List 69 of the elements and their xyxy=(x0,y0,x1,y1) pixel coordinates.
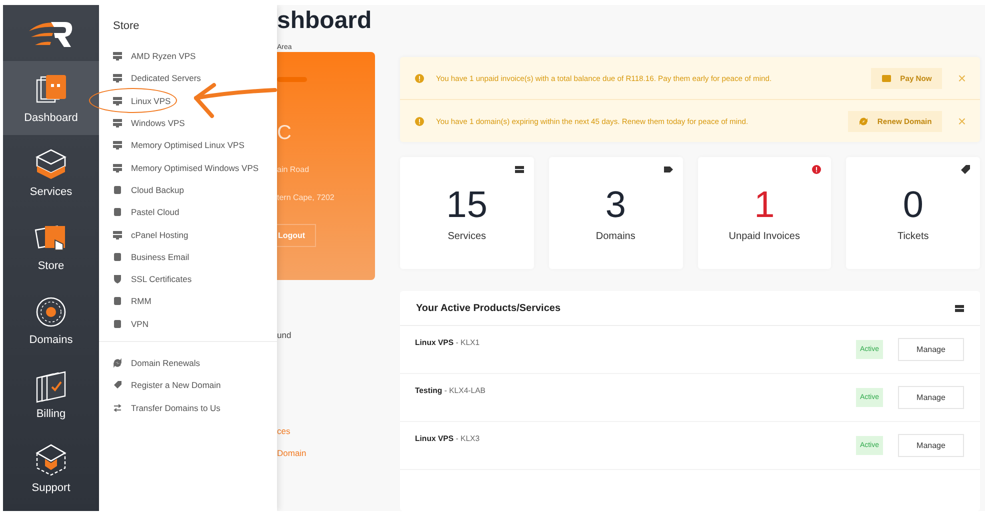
profile-text: C xyxy=(277,122,292,146)
stat-label: Unpaid Invoices xyxy=(728,231,800,242)
server-icon xyxy=(113,140,122,150)
profile-text: ain Road xyxy=(277,165,310,174)
menu-item[interactable]: RMM xyxy=(99,290,277,313)
server-icon xyxy=(955,304,964,312)
panel-title: Your Active Products/Services xyxy=(416,302,561,314)
manage-button[interactable]: Manage xyxy=(898,338,964,361)
menu-item[interactable]: AMD Ryzen VPS xyxy=(99,45,277,68)
menu-title: Store xyxy=(112,19,140,34)
stat-card[interactable]: 15 Services xyxy=(400,157,534,269)
stat-card[interactable]: 3 Domains xyxy=(548,157,682,269)
menu-item[interactable]: Linux VPS xyxy=(99,90,277,112)
stat-value: 1 xyxy=(754,185,775,225)
tag-icon xyxy=(961,165,970,174)
shield-icon xyxy=(113,274,122,284)
stat-label: Tickets xyxy=(897,231,929,242)
menu-item[interactable]: Dedicated Servers xyxy=(99,67,277,90)
sidebar-item[interactable]: Dashboard xyxy=(3,61,99,135)
server-icon xyxy=(514,165,524,174)
menu-item[interactable]: Transfer Domains to Us xyxy=(99,396,277,419)
box-icon xyxy=(113,207,122,218)
server-icon xyxy=(113,162,122,173)
stat-card[interactable]: 1 Unpaid Invoices xyxy=(698,157,832,269)
sync-icon xyxy=(858,116,870,126)
menu-item[interactable]: Pastel Cloud xyxy=(99,201,277,224)
profile-text: tern Cape, 7202 xyxy=(277,193,336,202)
sidebar-item[interactable]: Store xyxy=(3,209,99,283)
exclamation-icon xyxy=(415,116,424,126)
sidebar-item[interactable]: Billing xyxy=(3,357,99,431)
server-icon xyxy=(113,230,122,240)
stat-label: Services xyxy=(448,231,486,242)
menu-item[interactable]: VPN xyxy=(99,312,277,335)
sidebar-item[interactable]: Support xyxy=(3,431,99,505)
stat-value: 3 xyxy=(605,185,626,225)
label-icon xyxy=(664,165,672,174)
server-icon xyxy=(113,118,122,128)
stat-value: 15 xyxy=(446,185,488,225)
box-icon xyxy=(113,184,122,195)
card-bar xyxy=(277,77,307,82)
box-icon xyxy=(113,252,122,262)
sidebar-item[interactable]: Services xyxy=(3,135,99,209)
transfer-icon xyxy=(113,402,122,413)
sidebar-item[interactable]: Domains xyxy=(3,283,99,357)
menu-item[interactable]: Domain Renewals xyxy=(99,352,277,374)
menu-item[interactable]: Memory Optimised Linux VPS xyxy=(99,134,277,156)
menu-item[interactable]: cPanel Hosting xyxy=(99,223,277,246)
box-icon xyxy=(113,296,122,306)
menu-item[interactable]: SSL Certificates xyxy=(99,268,277,290)
manage-button[interactable]: Manage xyxy=(898,386,964,409)
menu-item[interactable]: Memory Optimised Windows VPS xyxy=(99,156,277,179)
stat-value: 0 xyxy=(902,185,924,225)
stat-label: Domains xyxy=(596,231,636,242)
panel-text: und xyxy=(277,330,292,342)
server-icon xyxy=(113,51,122,62)
exclamation-icon xyxy=(812,165,822,174)
menu-item[interactable]: Register a New Domain xyxy=(99,374,277,396)
menu-item[interactable]: Cloud Backup xyxy=(99,178,277,202)
sync-icon xyxy=(113,358,122,368)
box-icon xyxy=(113,318,122,329)
tag-icon xyxy=(113,380,122,390)
manage-button[interactable]: Manage xyxy=(898,434,964,457)
page-title: shboard xyxy=(277,7,373,35)
menu-item[interactable]: Windows VPS xyxy=(99,112,277,134)
server-icon xyxy=(113,96,122,106)
menu-item[interactable]: Business Email xyxy=(99,246,277,268)
server-icon xyxy=(113,73,122,84)
stat-card[interactable]: 0 Tickets xyxy=(846,157,980,269)
exclamation-icon xyxy=(415,74,424,82)
